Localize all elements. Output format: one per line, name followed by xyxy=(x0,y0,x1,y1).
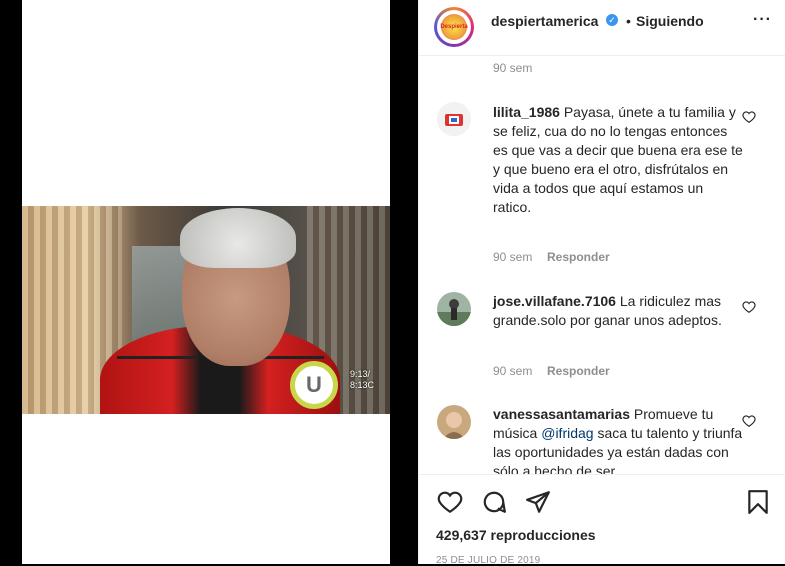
comment-avatar[interactable] xyxy=(437,292,471,326)
overlay-time: 9:13/ xyxy=(350,369,371,379)
separator-dot: • xyxy=(626,13,631,29)
comment-text: Payasa, únete a tu familia y se feliz, c… xyxy=(493,104,743,215)
comment-username[interactable]: jose.villafane.7106 xyxy=(493,293,616,309)
comments-list[interactable]: 90 sem lilita_1986 Payasa, únete a tu fa… xyxy=(419,56,785,474)
comment-username[interactable]: lilita_1986 xyxy=(493,104,560,120)
more-options-icon[interactable]: ··· xyxy=(753,11,772,29)
like-comment-heart-icon[interactable] xyxy=(742,300,756,314)
account-username[interactable]: despiertamerica xyxy=(491,13,598,29)
comment-mention-link[interactable]: @ifridag xyxy=(541,425,593,441)
overlay-time-temp: 9:13/ 8:13C xyxy=(350,369,374,391)
account-logo-icon: Despierta xyxy=(440,14,468,40)
share-send-icon[interactable] xyxy=(525,489,551,515)
comment-time: 90 sem xyxy=(493,61,533,75)
post-side-panel: Despierta despiertamerica ✓ • Siguiendo … xyxy=(418,0,785,566)
view-count[interactable]: 429,637 reproducciones xyxy=(436,527,596,543)
account-avatar[interactable]: Despierta xyxy=(434,7,474,47)
post-date: 25 DE JULIO DE 2019 xyxy=(436,555,541,566)
like-heart-icon[interactable] xyxy=(437,489,463,515)
comment-body: vanessasantamarias Promueve tu música @i… xyxy=(493,405,743,474)
verified-badge-icon: ✓ xyxy=(606,14,618,26)
save-bookmark-icon[interactable] xyxy=(745,489,771,515)
reply-button[interactable]: Responder xyxy=(547,250,610,264)
univision-logo-icon: U xyxy=(290,361,338,409)
post-header: Despierta despiertamerica ✓ • Siguiendo … xyxy=(419,0,785,56)
following-button[interactable]: Siguiendo xyxy=(636,13,704,29)
reply-button[interactable]: Responder xyxy=(547,364,610,378)
comment-avatar[interactable] xyxy=(437,405,471,439)
comment-avatar[interactable] xyxy=(437,102,471,136)
video-player[interactable]: U 9:13/ 8:13C xyxy=(22,206,390,414)
comment-username[interactable]: vanessasantamarias xyxy=(493,406,630,422)
person-hair xyxy=(180,208,296,268)
like-comment-heart-icon[interactable] xyxy=(742,414,756,428)
media-panel: U 9:13/ 8:13C xyxy=(22,0,390,564)
like-comment-heart-icon[interactable] xyxy=(742,110,756,124)
overlay-temp: 8:13C xyxy=(350,380,375,390)
comment-time: 90 sem xyxy=(493,250,533,264)
comment-time: 90 sem xyxy=(493,364,533,378)
post-actions: 429,637 reproducciones 25 DE JULIO DE 20… xyxy=(419,474,785,566)
comment-body: jose.villafane.7106 La ridiculez mas gra… xyxy=(493,292,743,330)
jacket-stripe-left xyxy=(117,356,197,359)
comment-bubble-icon[interactable] xyxy=(481,489,507,515)
comment-body: lilita_1986 Payasa, únete a tu familia y… xyxy=(493,103,743,217)
